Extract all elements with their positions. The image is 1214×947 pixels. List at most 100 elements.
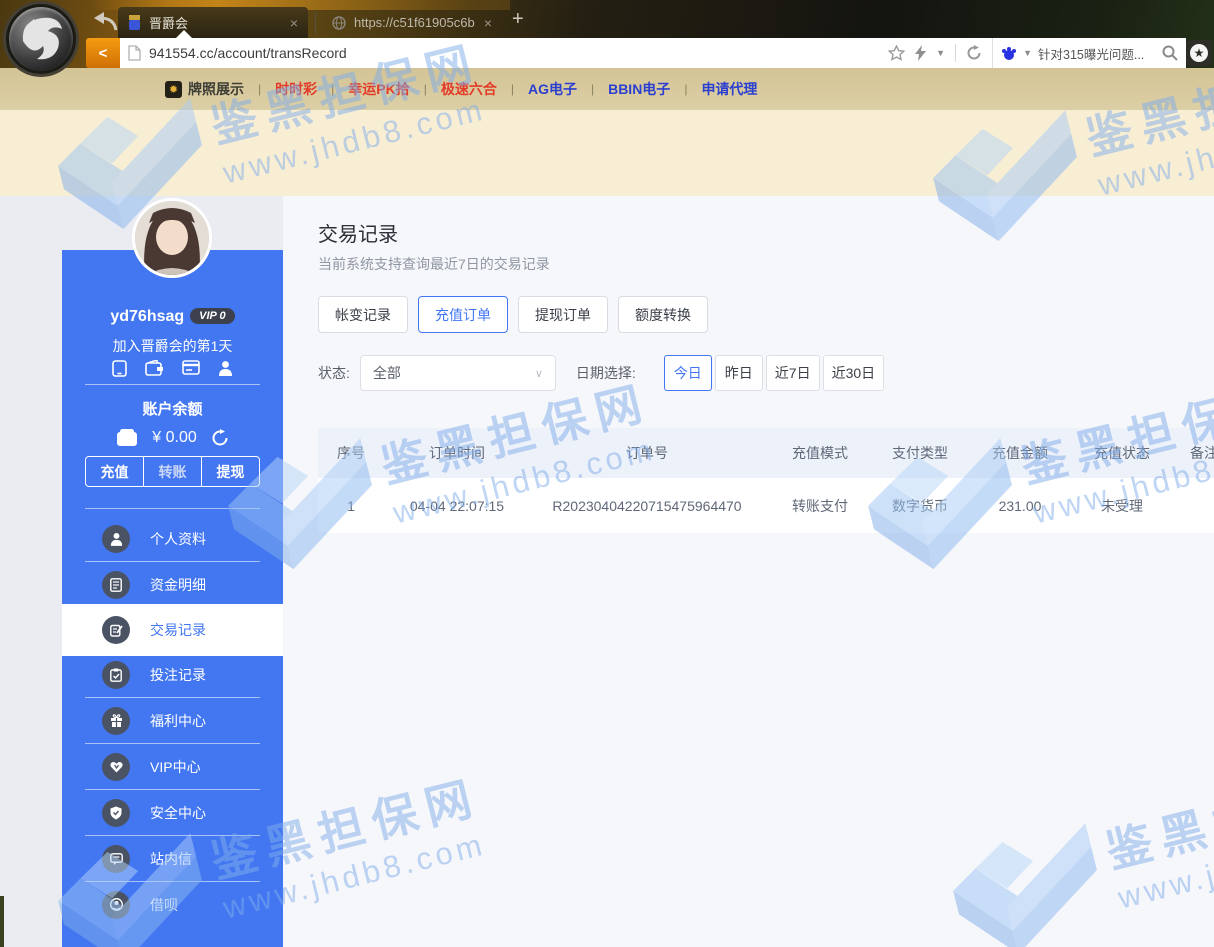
date-today-button[interactable]: 今日 [664, 355, 712, 391]
tab-close-icon[interactable]: × [290, 15, 298, 31]
active-tab-pointer [176, 30, 192, 38]
ledger-icon [102, 571, 130, 599]
link-pk10[interactable]: 幸运PK拾 [348, 79, 409, 99]
wallet-actions: 充值 转账 提现 [85, 456, 260, 487]
link-separator: | [682, 82, 689, 96]
tab-withdraw-orders[interactable]: 提现订单 [518, 296, 608, 333]
sidebar-item-vip[interactable]: VIP中心 [62, 744, 283, 789]
baidu-paw-icon[interactable] [1001, 45, 1017, 61]
date-label: 日期选择: [576, 363, 636, 383]
chevron-down-icon: ∨ [535, 367, 543, 380]
link-separator: | [422, 82, 429, 96]
transfer-button[interactable]: 转账 [144, 457, 202, 486]
window-edge [0, 896, 4, 947]
account-sidebar: yd76hsag VIP 0 加入晋爵会的第1天 账户余额 ¥ 0.00 充值 转… [62, 250, 283, 947]
sidebar-item-bets[interactable]: 投注记录 [62, 652, 283, 697]
lightning-icon[interactable] [915, 45, 926, 61]
refresh-balance-icon[interactable] [211, 429, 229, 447]
tab-deposit-orders[interactable]: 充值订单 [418, 296, 508, 333]
site-header: 晋爵会 55585.cc 首页HOME 视讯直播LIVE 热电子游艺EGAME … [0, 110, 1214, 196]
status-label: 状态: [318, 363, 350, 383]
date-yesterday-button[interactable]: 昨日 [715, 355, 763, 391]
table-row: 1 04-04 22:07:15 R2023040422071547596447… [318, 478, 1214, 533]
lightning-dropdown-icon[interactable]: ▼ [936, 48, 945, 58]
username: yd76hsag [110, 308, 184, 325]
license-link[interactable]: ✹ 牌照展示 [165, 79, 244, 99]
sidebar-item-transactions[interactable]: 交易记录 [62, 604, 283, 656]
sidebar-item-welfare[interactable]: 福利中心 [62, 698, 283, 743]
table-header-row: 序号 订单时间 订单号 充值模式 支付类型 充值金额 充值状态 备注 [318, 428, 1214, 478]
sidebar-item-loan[interactable]: 借呗 [62, 882, 283, 927]
link-separator: | [589, 82, 596, 96]
globe-icon [332, 16, 346, 30]
balance-title: 账户余额 [62, 398, 283, 419]
favorites-button[interactable]: ★ [1186, 40, 1212, 66]
link-ssc[interactable]: 时时彩 [275, 79, 317, 99]
link-separator: | [509, 82, 516, 96]
page-body: yd76hsag VIP 0 加入晋爵会的第1天 账户余额 ¥ 0.00 充值 转… [0, 196, 1214, 947]
address-bar[interactable]: 941554.cc/account/transRecord ▼ ▼ 针对315曝… [120, 38, 1186, 68]
message-icon [102, 845, 130, 873]
status-select[interactable]: 全部 ∨ [360, 355, 556, 391]
top-links-bar: ✹ 牌照展示 | 时时彩 | 幸运PK拾 | 极速六合 | AG电子 | BBI… [0, 68, 1214, 110]
license-icon: ✹ [165, 81, 182, 98]
deposit-button[interactable]: 充值 [86, 457, 144, 486]
tab-quota-transfer[interactable]: 额度转换 [618, 296, 708, 333]
back-button[interactable]: < [86, 38, 120, 68]
balance-amount: ¥ 0.00 [152, 429, 196, 447]
page-title: 交易记录 [318, 218, 398, 247]
link-agent[interactable]: 申请代理 [701, 79, 757, 99]
wallet-icon[interactable] [145, 360, 164, 376]
browser-tab-active[interactable]: 晋爵会 × [118, 7, 308, 38]
toolbar-divider [955, 44, 956, 62]
browser-chrome: 晋爵会 × https://c51f61905c6b × + < 941554.… [0, 0, 1214, 68]
sidebar-item-profile[interactable]: 个人资料 [62, 516, 283, 561]
link-separator: | [256, 82, 263, 96]
date-7days-button[interactable]: 近7日 [766, 355, 820, 391]
tab-account-changes[interactable]: 帐变记录 [318, 296, 408, 333]
date-filter-group: 今日 昨日 近7日 近30日 [664, 355, 884, 391]
date-30days-button[interactable]: 近30日 [823, 355, 885, 391]
phone-icon[interactable] [112, 360, 127, 377]
circled-star-icon: ★ [1190, 44, 1208, 62]
sidebar-item-security[interactable]: 安全中心 [62, 790, 283, 835]
page-subtitle: 当前系统支持查询最近7日的交易记录 [318, 254, 550, 274]
site-favicon-icon [128, 15, 141, 30]
join-days-text: 加入晋爵会的第1天 [62, 336, 283, 356]
search-suggestion-text[interactable]: 针对315曝光问题... [1038, 44, 1156, 63]
coin-face-icon [102, 891, 130, 919]
cheetah-icon [9, 7, 73, 71]
cheetah-browser-logo[interactable] [6, 4, 76, 74]
tab-close-icon[interactable]: × [484, 15, 492, 31]
tab-title: https://c51f61905c6b [354, 15, 476, 30]
sidebar-divider [85, 508, 260, 509]
link-ag[interactable]: AG电子 [528, 79, 577, 99]
browser-tab-background[interactable]: https://c51f61905c6b × [322, 7, 502, 38]
sidebar-item-funds[interactable]: 资金明细 [62, 562, 283, 607]
tab-title: 晋爵会 [149, 13, 282, 32]
new-tab-button[interactable]: + [512, 8, 524, 31]
sidebar-item-messages[interactable]: 站内信 [62, 836, 283, 881]
vip-badge: VIP 0 [190, 308, 235, 324]
user-avatar[interactable] [132, 198, 212, 278]
bookmark-star-icon[interactable] [888, 45, 905, 61]
record-pen-icon [102, 616, 130, 644]
page-icon [128, 45, 141, 61]
withdraw-button[interactable]: 提现 [202, 457, 259, 486]
card-icon[interactable] [182, 360, 200, 375]
url-text[interactable]: 941554.cc/account/transRecord [149, 45, 880, 61]
purse-icon [116, 428, 138, 447]
search-icon[interactable] [1162, 45, 1178, 61]
tab-separator [315, 12, 316, 34]
refresh-icon[interactable] [966, 45, 982, 61]
user-icon[interactable] [218, 360, 233, 376]
link-separator: | [329, 82, 336, 96]
link-bbin[interactable]: BBIN电子 [608, 79, 670, 99]
search-engine-dropdown-icon[interactable]: ▼ [1023, 48, 1032, 58]
search-box[interactable]: ▼ 针对315曝光问题... [992, 38, 1178, 68]
link-liuhe[interactable]: 极速六合 [441, 79, 497, 99]
shield-check-icon [102, 799, 130, 827]
browser-back-history-icon[interactable] [92, 12, 118, 32]
user-icon [102, 525, 130, 553]
filter-row: 状态: 全部 ∨ 日期选择: 今日 昨日 近7日 近30日 [318, 355, 884, 391]
